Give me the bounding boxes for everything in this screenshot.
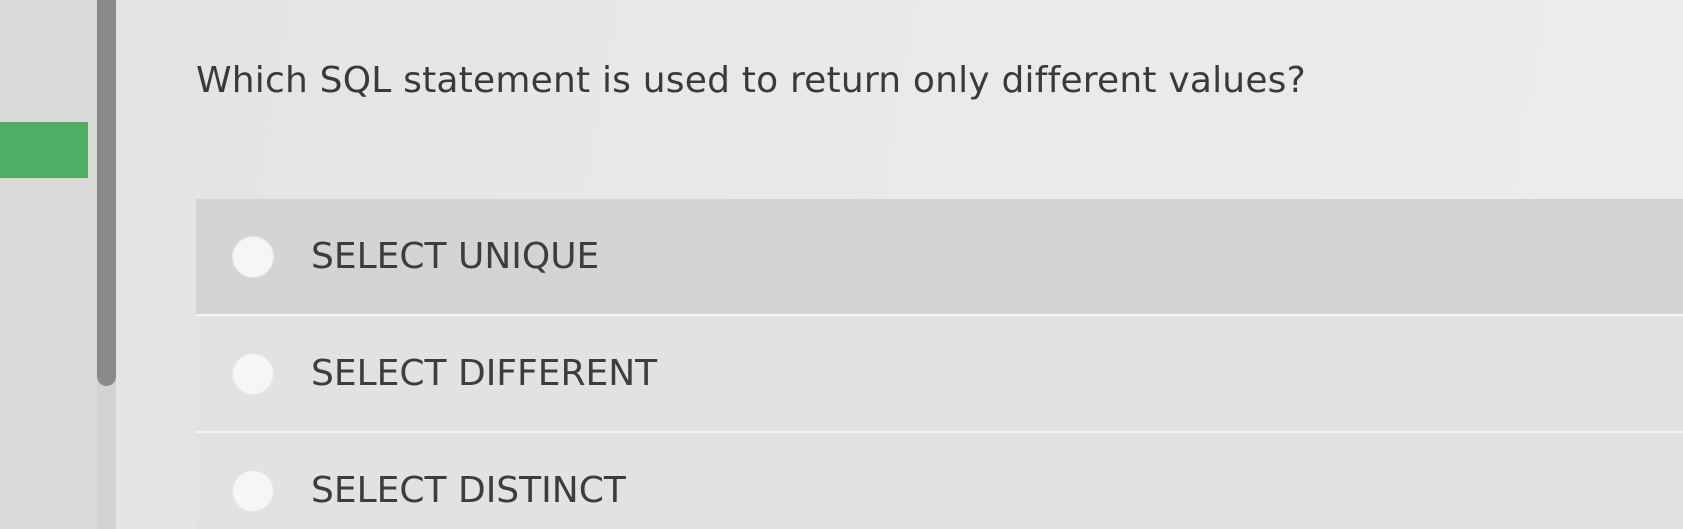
answer-option-select-distinct[interactable]: SELECT DISTINCT [196,433,1683,529]
left-navigation-rail [0,0,98,529]
radio-button-icon[interactable] [232,235,274,278]
radio-button-icon[interactable] [232,469,274,512]
question-text: Which SQL statement is used to return on… [196,60,1306,101]
answer-option-select-unique[interactable]: SELECT UNIQUE [196,199,1683,316]
scrollbar-thumb[interactable] [97,0,116,386]
answer-option-select-different[interactable]: SELECT DIFFERENT [196,316,1683,433]
answer-option-label: SELECT DISTINCT [311,470,626,511]
answer-options: SELECT UNIQUE SELECT DIFFERENT SELECT DI… [196,199,1683,529]
answer-option-label: SELECT DIFFERENT [311,353,658,394]
quiz-page: Which SQL statement is used to return on… [0,0,1683,529]
radio-button-icon[interactable] [232,352,274,395]
progress-indicator-tab[interactable] [0,122,88,178]
answer-option-label: SELECT UNIQUE [311,236,600,277]
